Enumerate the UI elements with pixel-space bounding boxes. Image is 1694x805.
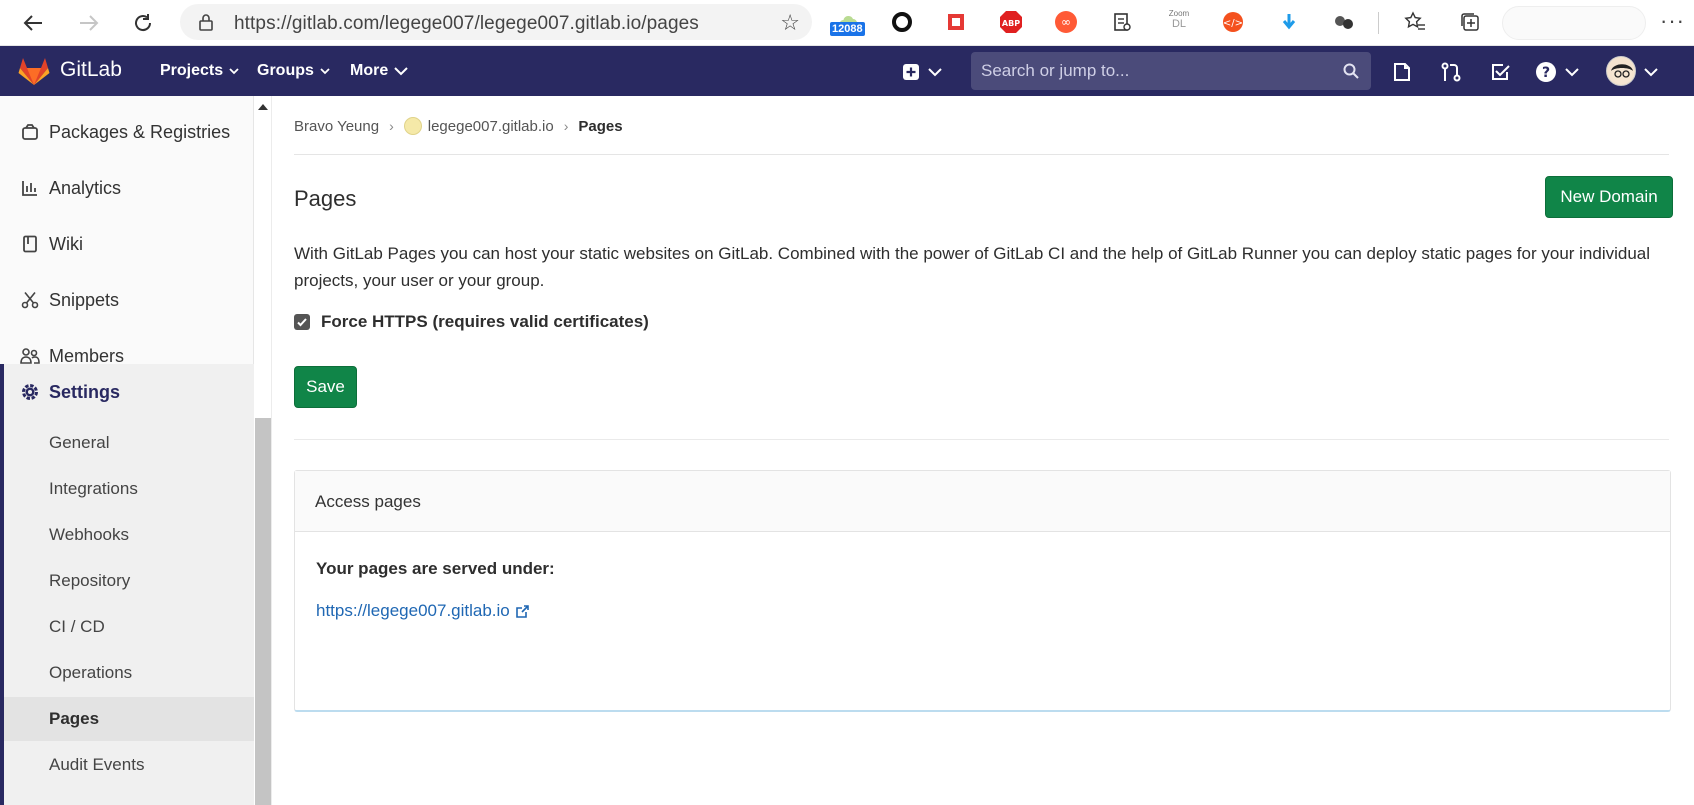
lock-icon [199, 14, 213, 31]
extension-badge: 12088 [830, 22, 865, 36]
balls-extension-icon[interactable] [1330, 8, 1358, 36]
zoom-dl-extension[interactable]: Zoom DL [1166, 9, 1192, 30]
book-icon [20, 234, 40, 254]
collections-icon[interactable] [1456, 8, 1484, 36]
chevron-down-icon[interactable] [1642, 63, 1660, 81]
svg-text:∞: ∞ [1061, 15, 1071, 29]
sidebar-item-wiki[interactable]: Wiki [0, 224, 254, 264]
groups-menu[interactable]: Groups [257, 62, 332, 80]
search-icon [1343, 63, 1359, 79]
package-icon [20, 122, 40, 142]
favorite-star-icon[interactable]: ☆ [780, 10, 800, 36]
gear-icon [20, 382, 40, 407]
url-text: https://gitlab.com/legege007/legege007.g… [234, 13, 699, 34]
analytics-icon [20, 178, 40, 198]
sidebar-sub-webhooks[interactable]: Webhooks [4, 514, 254, 556]
breadcrumb-separator-icon: › [389, 118, 394, 134]
infinity-extension-icon[interactable]: ∞ [1052, 8, 1080, 36]
search-input[interactable] [971, 52, 1331, 90]
plus-square-icon [903, 64, 919, 80]
new-item-dropdown[interactable] [898, 58, 948, 86]
sidebar-sub-operations[interactable]: Operations [4, 652, 254, 694]
external-link-icon [515, 604, 529, 618]
project-avatar [403, 117, 422, 135]
toolbar-divider [1378, 12, 1379, 34]
more-menu[interactable]: More [350, 62, 410, 80]
sidebar-sub-pages[interactable]: Pages [4, 697, 254, 741]
scroll-up-arrow-icon[interactable] [258, 104, 268, 110]
reload-button[interactable] [128, 8, 158, 38]
forward-button[interactable] [74, 8, 104, 38]
access-pages-card: Access pages Your pages are served under… [294, 470, 1671, 712]
download-arrow-icon[interactable] [1275, 8, 1303, 36]
divider [294, 439, 1669, 440]
help-icon: ? [1536, 62, 1556, 82]
pages-url-link[interactable]: https://legege007.gitlab.io [316, 601, 530, 621]
back-button[interactable] [18, 8, 48, 38]
reader-extension-icon[interactable] [1108, 8, 1136, 36]
served-under-label: Your pages are served under: [316, 559, 555, 578]
svg-text:</>: </> [1223, 18, 1243, 29]
breadcrumb-current[interactable]: Pages [578, 118, 622, 135]
breadcrumb-user[interactable]: Bravo Yeung [294, 118, 379, 135]
sidebar-item-analytics[interactable]: Analytics [0, 168, 254, 208]
sidebar-sub-ci-cd[interactable]: CI / CD [4, 606, 254, 648]
back-arrow-icon [23, 15, 42, 31]
breadcrumb: Bravo Yeung › legege007.gitlab.io › Page… [294, 117, 623, 135]
users-icon [20, 346, 40, 366]
force-https-option[interactable]: Force HTTPS (requires valid certificates… [294, 312, 649, 332]
force-https-label: Force HTTPS (requires valid certificates… [321, 312, 649, 331]
pages-description: With GitLab Pages you can host your stat… [294, 244, 1651, 290]
gitlab-top-navbar: GitLab Projects Groups More ? [0, 46, 1694, 96]
chevron-down-icon [1565, 68, 1579, 77]
help-dropdown[interactable]: ? [1533, 58, 1583, 86]
scrollbar-thumb[interactable] [255, 418, 271, 805]
projects-menu[interactable]: Projects [160, 62, 241, 80]
gitlab-logo-icon[interactable] [18, 56, 50, 91]
issues-icon[interactable] [1388, 58, 1416, 86]
force-https-checkbox[interactable] [294, 314, 310, 330]
scissors-icon [20, 290, 40, 310]
chevron-down-icon [320, 68, 330, 75]
chevron-down-icon [394, 67, 408, 76]
svg-text:?: ? [1542, 65, 1550, 81]
page-title: Pages [294, 186, 357, 211]
card-header: Access pages [295, 471, 1670, 532]
save-button[interactable]: Save [294, 366, 357, 408]
new-domain-button[interactable]: New Domain [1545, 176, 1673, 218]
favorites-icon[interactable] [1401, 8, 1429, 36]
adblock-icon[interactable]: ABP [997, 8, 1025, 36]
browser-more-icon[interactable]: ··· [1660, 8, 1685, 34]
sidebar-scrollbar[interactable] [254, 96, 272, 805]
extension-red-square-icon[interactable] [942, 8, 970, 36]
chevron-down-icon [928, 68, 942, 77]
gitlab-brand[interactable]: GitLab [60, 58, 122, 82]
address-bar[interactable]: https://gitlab.com/legege007/legege007.g… [180, 4, 812, 40]
sidebar-sub-repository[interactable]: Repository [4, 560, 254, 602]
sidebar-item-settings[interactable]: Settings [0, 372, 254, 412]
chevron-down-icon [229, 68, 239, 75]
checkmark-icon [297, 318, 307, 327]
search-box[interactable] [971, 52, 1371, 90]
extension-ring-icon[interactable] [888, 8, 916, 36]
sidebar-sub-integrations[interactable]: Integrations [4, 468, 254, 510]
browser-toolbar: https://gitlab.com/legege007/legege007.g… [0, 0, 1694, 46]
user-avatar[interactable] [1606, 56, 1636, 86]
merge-requests-icon[interactable] [1437, 58, 1465, 86]
breadcrumb-separator-icon: › [563, 118, 569, 134]
sidebar-item-packages[interactable]: Packages & Registries [0, 112, 254, 152]
card-title: Access pages [315, 492, 421, 511]
sidebar-sub-general[interactable]: General [4, 422, 254, 464]
code-extension-icon[interactable]: </> [1219, 8, 1247, 36]
todos-icon[interactable] [1486, 58, 1514, 86]
sidebar-sub-audit-events[interactable]: Audit Events [4, 744, 254, 786]
forward-arrow-icon [80, 15, 99, 31]
divider [294, 154, 1669, 155]
sidebar-item-snippets[interactable]: Snippets [0, 280, 254, 320]
svg-text:ABP: ABP [1002, 19, 1020, 28]
reload-icon [135, 14, 152, 32]
browser-profile[interactable] [1502, 6, 1646, 40]
breadcrumb-project[interactable]: legege007.gitlab.io [428, 118, 554, 135]
